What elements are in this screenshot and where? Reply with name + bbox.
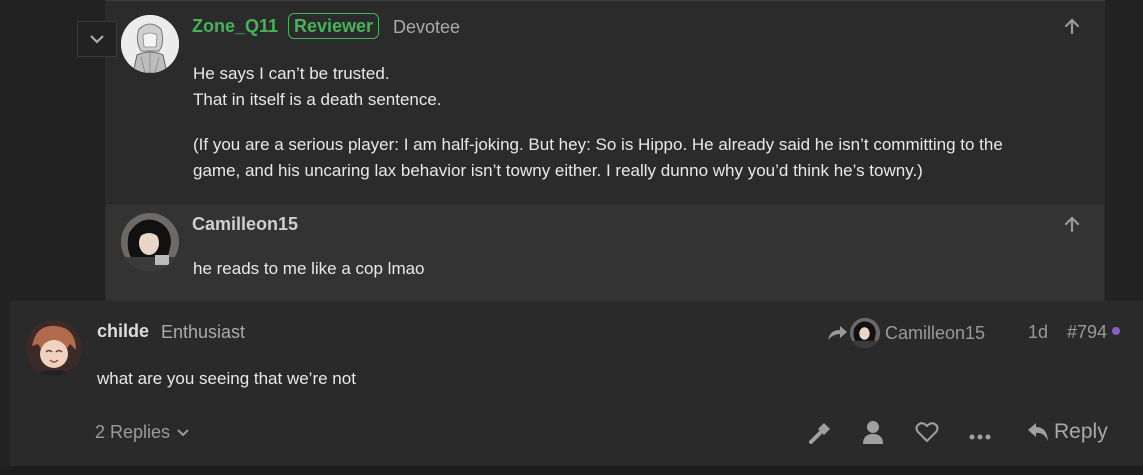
unread-dot (1112, 327, 1120, 335)
avatar-drawing (850, 318, 880, 348)
post-divider (0, 466, 1143, 475)
reply-label: Reply (1054, 420, 1108, 443)
post-line: That in itself is a death sentence. (193, 90, 442, 109)
paragraph-line: (If you are a serious player: I am half-… (193, 135, 1003, 154)
like-button[interactable] (915, 421, 939, 448)
reply-button[interactable]: Reply (1026, 420, 1108, 444)
post-number[interactable]: #794 (1067, 322, 1107, 343)
user-flair: Enthusiast (161, 322, 246, 342)
post-body: He says I can’t be trusted. That in itse… (193, 61, 442, 113)
avatar[interactable] (26, 320, 82, 376)
arrow-up-icon (1064, 18, 1080, 35)
heart-icon (915, 422, 939, 443)
chevron-down-icon (90, 35, 104, 44)
chevron-down-icon (177, 428, 189, 436)
reply-to-tab[interactable]: Camilleon15 (826, 318, 985, 348)
user-icon (863, 421, 883, 444)
post-author-username[interactable]: childe (97, 321, 149, 342)
admin-wrench-button[interactable] (808, 421, 832, 450)
reviewer-badge: Reviewer (288, 13, 380, 39)
more-options-button[interactable] (969, 428, 991, 446)
arrow-up-icon (1064, 216, 1080, 233)
reply-to-avatar (850, 318, 880, 348)
user-card-button[interactable] (862, 420, 884, 449)
post-date[interactable]: 1d (1028, 322, 1048, 343)
wrench-icon (809, 423, 830, 444)
reply-to-username: Camilleon15 (885, 322, 986, 343)
collapse-toggle-button[interactable] (77, 21, 117, 57)
reply-author-username[interactable]: Camilleon15 (192, 214, 298, 235)
avatar[interactable] (121, 213, 179, 271)
ellipsis-icon (969, 434, 991, 440)
post-body: what are you seeing that we’re not (97, 369, 356, 388)
avatar-drawing (121, 213, 179, 271)
avatar-drawing (121, 15, 179, 73)
replies-count-label: 2 Replies (95, 422, 171, 442)
jump-to-post-button[interactable] (1062, 214, 1082, 239)
avatar[interactable] (121, 15, 179, 73)
post-paragraph: (If you are a serious player: I am half-… (193, 132, 1098, 184)
reply-arrow-icon (1028, 423, 1048, 441)
post-line: He says I can’t be trusted. (193, 64, 390, 83)
reply-text: he reads to me like a cop lmao (193, 259, 425, 278)
jump-to-post-button[interactable] (1062, 16, 1082, 41)
avatar-drawing (26, 320, 82, 376)
paragraph-line: game, and his uncaring lax behavior isn’… (193, 161, 923, 180)
show-replies-button[interactable]: 2 Replies (95, 422, 190, 443)
user-flair: Devotee (393, 17, 461, 37)
post-author-username[interactable]: Zone_Q11 (192, 16, 278, 37)
share-arrow-icon (828, 326, 847, 340)
